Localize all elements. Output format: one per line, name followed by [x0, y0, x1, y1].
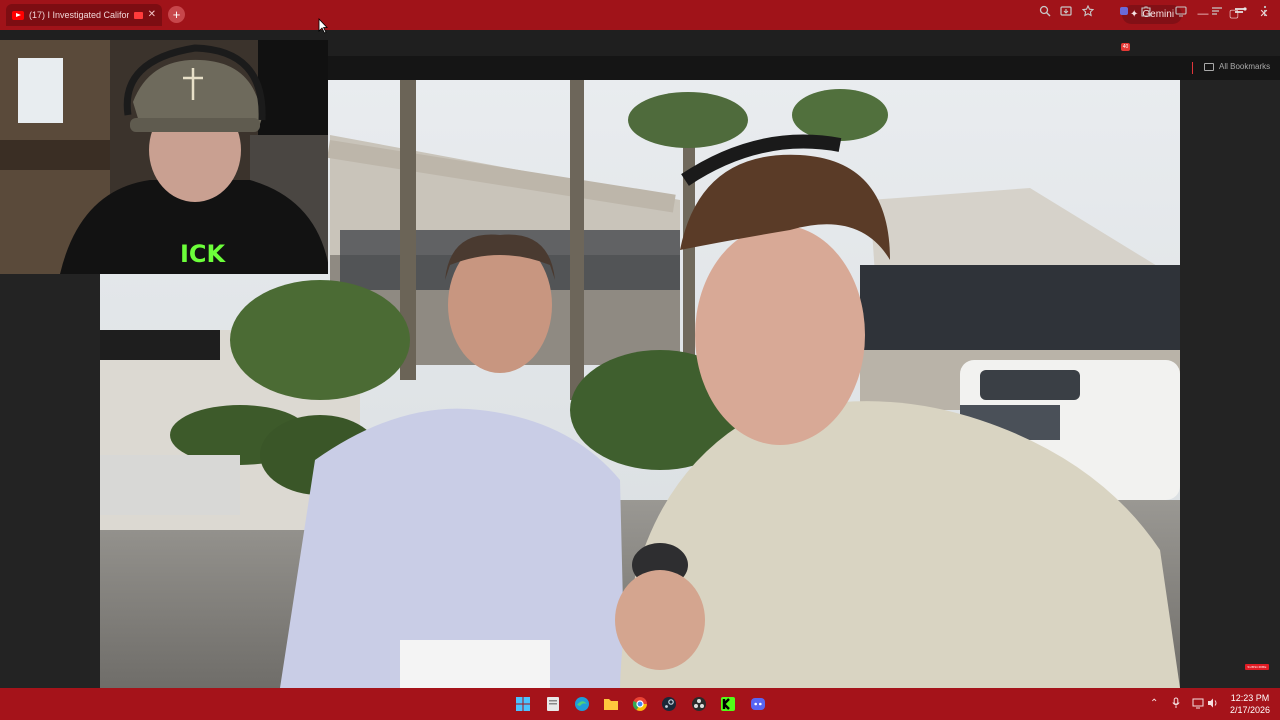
discord-icon[interactable]	[748, 694, 768, 714]
bookmark-star-icon[interactable]	[1080, 4, 1096, 21]
mouse-cursor-icon	[318, 18, 328, 34]
clock-time: 12:23 PM	[1230, 693, 1270, 703]
file-manager-icon[interactable]	[543, 694, 563, 714]
all-bookmarks-button[interactable]: All Bookmarks	[1204, 62, 1270, 71]
webcam-frame: ICK	[0, 40, 328, 274]
kick-logo-text: ICK	[180, 240, 227, 268]
bookmarks-divider	[1192, 62, 1193, 74]
youtube-icon	[12, 10, 24, 20]
page-right-margin	[1180, 80, 1280, 688]
profile-icon[interactable]	[1232, 5, 1248, 21]
tab-title: (17) I Investigated California	[29, 10, 129, 20]
folder-icon	[1204, 62, 1214, 71]
edge-icon[interactable]	[572, 694, 592, 714]
volume-icon[interactable]	[1207, 697, 1219, 714]
file-explorer-icon[interactable]	[601, 694, 621, 714]
tab-close-icon[interactable]: ✕	[148, 10, 156, 20]
zoom-icon[interactable]	[1037, 5, 1053, 21]
cast-icon[interactable]	[1173, 5, 1189, 21]
menu-icon[interactable]	[1257, 5, 1273, 21]
taskbar-clock[interactable]: 12:23 PM 2/17/2026	[1224, 692, 1276, 716]
chrome-icon[interactable]	[630, 694, 650, 714]
recording-icon	[133, 11, 143, 19]
tray-chevron-icon[interactable]: ⌃	[1150, 697, 1158, 711]
kick-icon[interactable]	[718, 694, 738, 714]
install-app-icon[interactable]	[1058, 5, 1074, 21]
new-tab-button[interactable]: +	[168, 6, 185, 23]
microphone-icon[interactable]	[1171, 697, 1181, 714]
browser-tab-youtube[interactable]: (17) I Investigated California ✕	[6, 4, 162, 26]
webcam-overlay: ICK	[0, 40, 328, 274]
extension-badge: 40	[1121, 43, 1130, 51]
obs-icon[interactable]	[689, 694, 709, 714]
network-icon[interactable]	[1192, 697, 1204, 714]
steam-icon[interactable]	[659, 694, 679, 714]
clock-date: 2/17/2026	[1229, 705, 1271, 715]
extension-puzzle-icon[interactable]	[1138, 5, 1154, 21]
all-bookmarks-label: All Bookmarks	[1219, 62, 1271, 71]
windows-start-icon[interactable]	[513, 694, 533, 714]
extension-icon[interactable]	[1116, 5, 1132, 21]
screen: (17) I Investigated California ✕ + ✦ Gem…	[0, 0, 1280, 720]
reading-list-icon[interactable]	[1209, 5, 1225, 21]
subscribe-badge[interactable]: SUBSCRIBE	[1245, 664, 1269, 670]
